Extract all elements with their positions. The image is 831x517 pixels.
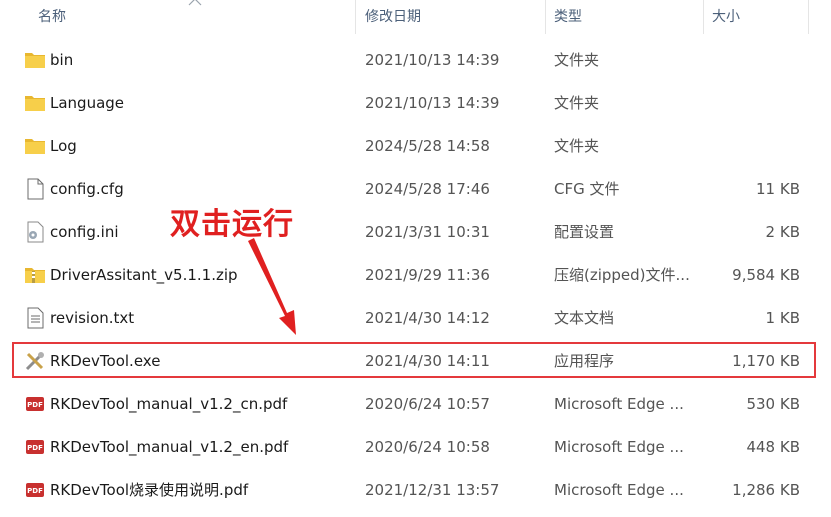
file-row[interactable]: config.cfg 2024/5/28 17:46 CFG 文件 11 KB [12, 168, 818, 211]
file-row[interactable]: DriverAssitant_v5.1.1.zip 2021/9/29 11:36… [12, 254, 818, 297]
file-name[interactable]: config.ini [50, 211, 119, 254]
file-size: 9,584 KB [732, 266, 800, 284]
file-modified: 2020/6/24 10:57 [365, 395, 490, 413]
column-divider[interactable] [703, 0, 704, 34]
file-type: 文件夹 [554, 137, 600, 155]
file-type: Microsoft Edge ... [554, 438, 684, 456]
file-row[interactable]: Language 2021/10/13 14:39 文件夹 [12, 82, 818, 125]
file-modified: 2021/10/13 14:39 [365, 51, 500, 69]
folder-icon [24, 135, 46, 157]
column-divider[interactable] [545, 0, 546, 34]
file-modified: 2021/10/13 14:39 [365, 94, 500, 112]
file-type: Microsoft Edge ... [554, 395, 684, 413]
svg-text:PDF: PDF [27, 487, 43, 495]
file-type: 文件夹 [554, 94, 600, 112]
file-name[interactable]: config.cfg [50, 168, 124, 211]
file-modified: 2024/5/28 17:46 [365, 180, 490, 198]
file-size: 530 KB [746, 395, 800, 413]
svg-text:PDF: PDF [27, 444, 43, 452]
file-size: 448 KB [746, 438, 800, 456]
file-size: 2 KB [765, 223, 800, 241]
file-name[interactable]: RKDevTool_manual_v1.2_cn.pdf [50, 383, 287, 426]
file-type: CFG 文件 [554, 180, 620, 198]
file-row[interactable]: Log 2024/5/28 14:58 文件夹 [12, 125, 818, 168]
file-row[interactable]: PDF RKDevTool烧录使用说明.pdf 2021/12/31 13:57 Mi… [12, 469, 818, 512]
file-name[interactable]: RKDevTool_manual_v1.2_en.pdf [50, 426, 288, 469]
column-header-modified[interactable]: 修改日期 [365, 0, 421, 34]
file-modified: 2024/5/28 14:58 [365, 137, 490, 155]
file-name[interactable]: bin [50, 39, 73, 82]
file-size: 11 KB [756, 180, 800, 198]
file-name[interactable]: Language [50, 82, 124, 125]
file-modified: 2021/9/29 11:36 [365, 266, 490, 284]
settings-file-icon [24, 221, 46, 243]
file-name[interactable]: DriverAssitant_v5.1.1.zip [50, 254, 238, 297]
column-header-name[interactable]: 名称 [38, 0, 66, 34]
column-header-type[interactable]: 类型 [554, 0, 582, 34]
column-divider[interactable] [355, 0, 356, 34]
file-row[interactable]: revision.txt 2021/4/30 14:12 文本文档 1 KB [12, 297, 818, 340]
file-modified: 2021/12/31 13:57 [365, 481, 500, 499]
blank-file-icon [24, 178, 46, 200]
file-row[interactable]: PDF RKDevTool_manual_v1.2_cn.pdf 2020/6/24… [12, 383, 818, 426]
pdf-icon: PDF [24, 436, 46, 458]
file-modified: 2021/3/31 10:31 [365, 223, 490, 241]
file-modified: 2021/4/30 14:12 [365, 309, 490, 327]
file-type: 压缩(zipped)文件... [554, 266, 690, 284]
column-header-bar: 名称 修改日期 类型 大小 [0, 0, 831, 34]
sort-ascending-icon [188, 0, 202, 6]
svg-text:PDF: PDF [27, 401, 43, 409]
file-name[interactable]: RKDevTool烧录使用说明.pdf [50, 469, 248, 512]
pdf-icon: PDF [24, 393, 46, 415]
file-size: 1 KB [765, 309, 800, 327]
zip-folder-icon [24, 264, 46, 286]
file-row[interactable]: bin 2021/10/13 14:39 文件夹 [12, 39, 818, 82]
file-name[interactable]: revision.txt [50, 297, 134, 340]
folder-icon [24, 92, 46, 114]
file-modified: 2020/6/24 10:58 [365, 438, 490, 456]
file-row[interactable]: config.ini 2021/3/31 10:31 配置设置 2 KB [12, 211, 818, 254]
column-divider[interactable] [808, 0, 809, 34]
file-type: 配置设置 [554, 223, 615, 241]
highlight-box [12, 342, 816, 378]
text-file-icon [24, 307, 46, 329]
file-type: Microsoft Edge ... [554, 481, 684, 499]
pdf-icon: PDF [24, 479, 46, 501]
file-type: 文件夹 [554, 51, 600, 69]
file-name[interactable]: Log [50, 125, 77, 168]
file-size: 1,286 KB [732, 481, 800, 499]
annotation-text: 双击运行 [170, 207, 294, 242]
file-type: 文本文档 [554, 309, 615, 327]
column-header-size[interactable]: 大小 [712, 0, 740, 34]
folder-icon [24, 49, 46, 71]
file-row[interactable]: PDF RKDevTool_manual_v1.2_en.pdf 2020/6/24… [12, 426, 818, 469]
